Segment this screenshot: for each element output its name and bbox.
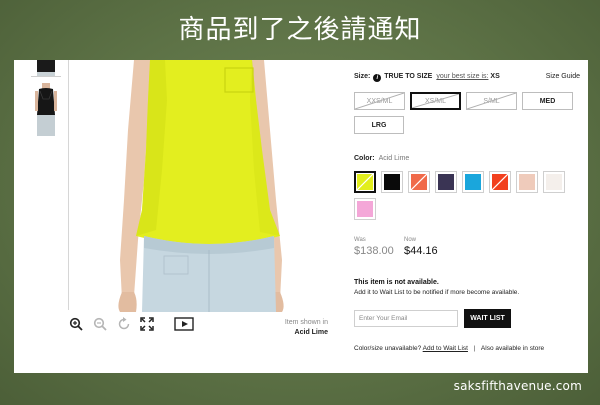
- color-swatch[interactable]: [354, 198, 376, 220]
- slide-title: 商品到了之後請通知: [178, 15, 422, 45]
- availability-message: Add it to Wait List to be notified if mo…: [354, 289, 520, 296]
- size-option[interactable]: XXS/ML: [354, 92, 405, 110]
- color-swatch[interactable]: [435, 171, 457, 193]
- source-watermark: saksfifthavenue.com: [453, 379, 582, 393]
- now-price: $44.16: [404, 245, 438, 257]
- color-swatch-fill: [546, 174, 562, 190]
- color-swatch[interactable]: [381, 171, 403, 193]
- item-shown-label: Item shown in: [284, 319, 328, 326]
- was-price-label: Was: [354, 237, 366, 243]
- now-price-label: Now: [404, 237, 417, 243]
- info-icon[interactable]: i: [373, 74, 382, 82]
- availability-title: This item is not available.: [354, 279, 439, 286]
- size-option[interactable]: LRG: [354, 116, 404, 134]
- color-label: Color:: [354, 155, 375, 162]
- true-to-size-label: TRUE TO SIZE: [384, 73, 433, 80]
- unavailable-slash-icon: [412, 94, 459, 108]
- color-swatch[interactable]: [462, 171, 484, 193]
- size-guide-link[interactable]: Size Guide: [546, 72, 580, 82]
- thumbnail-divider: [68, 60, 69, 310]
- available-in-store-text: Also available in store: [480, 345, 545, 352]
- add-to-wait-list-link[interactable]: Add to Wait List: [423, 345, 468, 352]
- rotate-icon[interactable]: [116, 316, 132, 332]
- unavailable-slash-icon: [357, 174, 373, 190]
- thumbnail-front[interactable]: [31, 60, 61, 77]
- size-label: Size:: [354, 73, 371, 80]
- thumbnail-back[interactable]: [31, 83, 61, 136]
- unavailable-slash-icon: [467, 93, 516, 109]
- color-swatch-fill: [411, 174, 427, 190]
- color-swatch-fill: [357, 174, 373, 190]
- item-shown-caption: Item shown in Acid Lime: [254, 318, 328, 338]
- zoom-out-icon[interactable]: [92, 316, 108, 332]
- size-option[interactable]: S/ML: [466, 92, 517, 110]
- unavailable-slash-icon: [492, 174, 508, 190]
- best-size-hint-link[interactable]: your best size is:: [436, 73, 488, 80]
- best-size-value: XS: [490, 73, 500, 80]
- selected-color-name: Acid Lime: [378, 155, 410, 162]
- size-option-label: MED: [539, 97, 556, 105]
- color-swatch-fill: [384, 174, 400, 190]
- email-field[interactable]: [354, 310, 458, 327]
- size-option[interactable]: XS/ML: [410, 92, 461, 110]
- color-swatch[interactable]: [408, 171, 430, 193]
- color-swatch-fill: [438, 174, 454, 190]
- size-header: Size: i TRUE TO SIZE your best size is: …: [354, 72, 580, 82]
- color-swatch-fill: [465, 174, 481, 190]
- unavailable-line: Color/size unavailable? Add to Wait List…: [354, 344, 544, 354]
- color-swatch[interactable]: [489, 171, 511, 193]
- color-swatch-fill: [492, 174, 508, 190]
- fullscreen-icon[interactable]: [139, 316, 155, 332]
- unavailable-slash-icon: [411, 174, 427, 190]
- product-image[interactable]: [70, 60, 331, 312]
- zoom-in-icon[interactable]: [68, 316, 84, 332]
- unavailable-prefix: Color/size unavailable?: [354, 345, 422, 352]
- product-panel: Item shown in Acid Lime Size: i TRUE TO …: [14, 60, 588, 373]
- color-swatch-fill: [357, 201, 373, 217]
- was-price: $138.00: [354, 245, 394, 257]
- color-swatch[interactable]: [543, 171, 565, 193]
- color-swatch[interactable]: [516, 171, 538, 193]
- video-play-icon[interactable]: [174, 316, 194, 332]
- item-shown-color: Acid Lime: [294, 329, 328, 336]
- color-swatch-fill: [519, 174, 535, 190]
- color-swatch[interactable]: [354, 171, 376, 193]
- size-option[interactable]: MED: [522, 92, 573, 110]
- footer-separator: |: [473, 345, 476, 352]
- unavailable-slash-icon: [355, 93, 404, 109]
- color-header: Color: Acid Lime: [354, 154, 409, 164]
- size-option-label: LRG: [371, 121, 387, 129]
- wait-list-button[interactable]: WAIT LIST: [464, 309, 511, 328]
